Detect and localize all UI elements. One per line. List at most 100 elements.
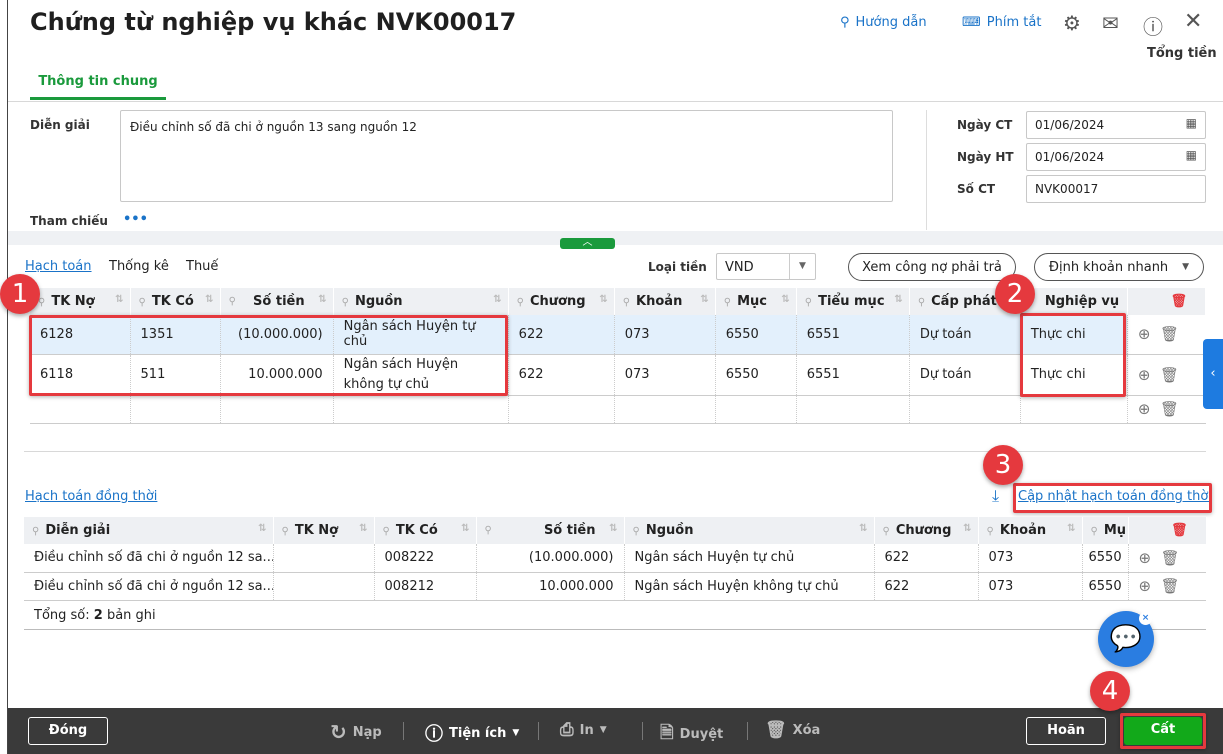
col-chapter[interactable]: ⚲ Chương ⇅ bbox=[508, 288, 615, 315]
col-tk-no[interactable]: ⚲ TK Nợ ⇅ bbox=[30, 288, 131, 315]
add-row-icon[interactable]: ⊕ bbox=[1138, 400, 1151, 418]
tab-accounting[interactable]: Hạch toán bbox=[25, 259, 92, 274]
help-label: Hướng dẫn bbox=[855, 15, 927, 30]
defer-button[interactable]: Hoãn bbox=[1026, 717, 1106, 745]
printer-icon: ⎙ bbox=[560, 720, 574, 740]
chat-close-icon[interactable]: × bbox=[1139, 612, 1152, 625]
close-icon[interactable]: ✕ bbox=[1184, 9, 1202, 34]
trash-icon: 🗑 bbox=[765, 720, 787, 740]
side-panel-toggle[interactable]: ‹ bbox=[1203, 339, 1223, 409]
annotation-badge-2: 2 bbox=[995, 274, 1035, 314]
delete-button[interactable]: 🗑 Xóa bbox=[765, 720, 820, 740]
add-row-icon[interactable]: ⊕ bbox=[1138, 366, 1151, 384]
doc-no-input[interactable]: NVK00017 bbox=[1026, 175, 1206, 203]
refresh-icon: ↻ bbox=[330, 720, 347, 744]
reference-more-button[interactable]: ••• bbox=[123, 212, 148, 227]
section-separator bbox=[8, 231, 1223, 245]
document-icon: 🗎 bbox=[660, 723, 674, 743]
col-operation[interactable]: Nghiệp vụ bbox=[1020, 288, 1128, 315]
shortcut-label: Phím tắt bbox=[986, 15, 1042, 30]
collapse-button[interactable]: ︿ bbox=[560, 238, 615, 249]
chevron-up-icon: ︿ bbox=[582, 237, 593, 248]
col-item[interactable]: ⚲ Mục ⇅ bbox=[715, 288, 797, 315]
table-row[interactable]: Điều chỉnh số đã chi ở nguồn 12 sa... 008… bbox=[24, 544, 1206, 573]
col-description[interactable]: ⚲ Diễn giải ⇅ bbox=[24, 517, 274, 544]
quick-entry-label: Định khoản nhanh bbox=[1048, 259, 1169, 275]
post-date-input[interactable]: 01/06/2024 ▦ bbox=[1026, 143, 1206, 171]
chevron-down-icon: ▼ bbox=[1182, 262, 1190, 272]
highlight-box-3 bbox=[1013, 483, 1212, 513]
add-row-icon[interactable]: ⊕ bbox=[1139, 549, 1152, 567]
col-section[interactable]: ⚲ Khoản ⇅ bbox=[614, 288, 716, 315]
tab-statistics[interactable]: Thống kê bbox=[109, 259, 169, 274]
doc-date-value: 01/06/2024 bbox=[1035, 118, 1105, 132]
trash-icon[interactable]: 🗑 bbox=[1160, 400, 1179, 418]
add-row-icon[interactable]: ⊕ bbox=[1139, 577, 1152, 595]
post-date-label: Ngày HT bbox=[957, 150, 1014, 164]
utilities-button[interactable]: ⓘ Tiện ích ▼ bbox=[425, 720, 519, 746]
col-amount[interactable]: ⚲ Số tiền ⇅ bbox=[220, 288, 334, 315]
help-icon[interactable]: ⓘ bbox=[1143, 11, 1163, 40]
approve-button[interactable]: 🗎 Duyệt bbox=[660, 720, 723, 749]
print-button[interactable]: ⎙ In ▼ bbox=[560, 720, 607, 740]
col-section[interactable]: ⚲ Khoản ⇅ bbox=[978, 517, 1083, 544]
currency-value: VND bbox=[725, 260, 754, 275]
shortcut-link[interactable]: ⌨ Phím tắt bbox=[962, 15, 1041, 30]
highlight-box-1 bbox=[29, 315, 508, 396]
currency-select[interactable]: VND ▼ bbox=[716, 253, 816, 280]
simultaneous-title[interactable]: Hạch toán đồng thời bbox=[25, 489, 157, 504]
col-subitem[interactable]: ⚲ Tiểu mục ⇅ bbox=[796, 288, 910, 315]
chevron-down-icon: ▼ bbox=[512, 728, 520, 738]
doc-date-input[interactable]: 01/06/2024 ▦ bbox=[1026, 111, 1206, 139]
trash-icon[interactable]: 🗑 bbox=[1160, 366, 1179, 384]
col-amount[interactable]: ⚲ Số tiền ⇅ bbox=[476, 517, 625, 544]
quick-entry-button[interactable]: Định khoản nhanh ▼ bbox=[1034, 253, 1204, 281]
trash-icon[interactable]: 🗑 bbox=[1161, 549, 1180, 567]
view-payables-button[interactable]: Xem công nợ phải trả bbox=[848, 253, 1016, 281]
chevron-down-icon: ▼ bbox=[599, 725, 607, 735]
annotation-badge-3: 3 bbox=[983, 445, 1023, 485]
toolbar-separator bbox=[642, 722, 643, 740]
doc-date-label: Ngày CT bbox=[957, 118, 1013, 132]
guide-icon: ⚲ bbox=[840, 15, 850, 30]
chat-icon: 💬 bbox=[1109, 624, 1143, 654]
add-row-icon[interactable]: ⊕ bbox=[1138, 325, 1151, 343]
delete-all-icon[interactable]: 🗑 bbox=[1128, 517, 1207, 544]
page-title: Chứng từ nghiệp vụ khác NVK00017 bbox=[30, 8, 517, 36]
reload-button[interactable]: ↻ Nạp bbox=[330, 720, 382, 744]
reference-label: Tham chiếu bbox=[30, 214, 108, 228]
col-tk-co[interactable]: ⚲ TK Có ⇅ bbox=[374, 517, 477, 544]
highlight-box-4 bbox=[1120, 713, 1206, 749]
col-tk-co[interactable]: ⚲ TK Có ⇅ bbox=[130, 288, 221, 315]
col-item[interactable]: ⚲ Mụ bbox=[1082, 517, 1129, 544]
mail-icon[interactable]: ✉ bbox=[1102, 11, 1119, 35]
col-tk-no[interactable]: ⚲ TK Nợ ⇅ bbox=[273, 517, 375, 544]
vertical-divider bbox=[926, 110, 927, 230]
keyboard-icon: ⌨ bbox=[962, 15, 981, 30]
delete-all-icon[interactable]: 🗑 bbox=[1127, 288, 1207, 315]
table-row[interactable]: Điều chỉnh số đã chi ở nguồn 12 sa... 008… bbox=[24, 572, 1206, 601]
table-footer-line bbox=[24, 451, 1206, 452]
divider bbox=[24, 629, 1206, 630]
update-icon[interactable]: ⤓ bbox=[992, 486, 999, 506]
post-date-value: 01/06/2024 bbox=[1035, 150, 1105, 164]
col-chapter[interactable]: ⚲ Chương ⇅ bbox=[874, 517, 979, 544]
chevron-left-icon: ‹ bbox=[1210, 366, 1216, 381]
gear-icon[interactable]: ⚙ bbox=[1063, 11, 1081, 35]
col-source[interactable]: ⚲ Nguồn ⇅ bbox=[624, 517, 875, 544]
close-button[interactable]: Đóng bbox=[28, 717, 108, 745]
tab-general-info[interactable]: Thông tin chung bbox=[30, 70, 166, 100]
toolbar-separator bbox=[538, 722, 539, 740]
calendar-icon[interactable]: ▦ bbox=[1186, 116, 1197, 130]
trash-icon[interactable]: 🗑 bbox=[1161, 577, 1180, 595]
tab-tax[interactable]: Thuế bbox=[186, 259, 218, 274]
trash-icon[interactable]: 🗑 bbox=[1160, 325, 1179, 343]
total-label: Tổng tiền bbox=[1147, 46, 1217, 61]
help-link[interactable]: ⚲ Hướng dẫn bbox=[840, 15, 927, 30]
calendar-icon[interactable]: ▦ bbox=[1186, 148, 1197, 162]
description-input[interactable]: Điều chỉnh số đã chi ở nguồn 13 sang ngu… bbox=[120, 110, 893, 202]
empty-row[interactable]: ⊕ 🗑 bbox=[30, 395, 1206, 424]
col-source[interactable]: ⚲ Nguồn ⇅ bbox=[333, 288, 509, 315]
doc-no-label: Số CT bbox=[957, 182, 996, 196]
record-count: Tổng số: 2 bản ghi bbox=[34, 608, 156, 623]
